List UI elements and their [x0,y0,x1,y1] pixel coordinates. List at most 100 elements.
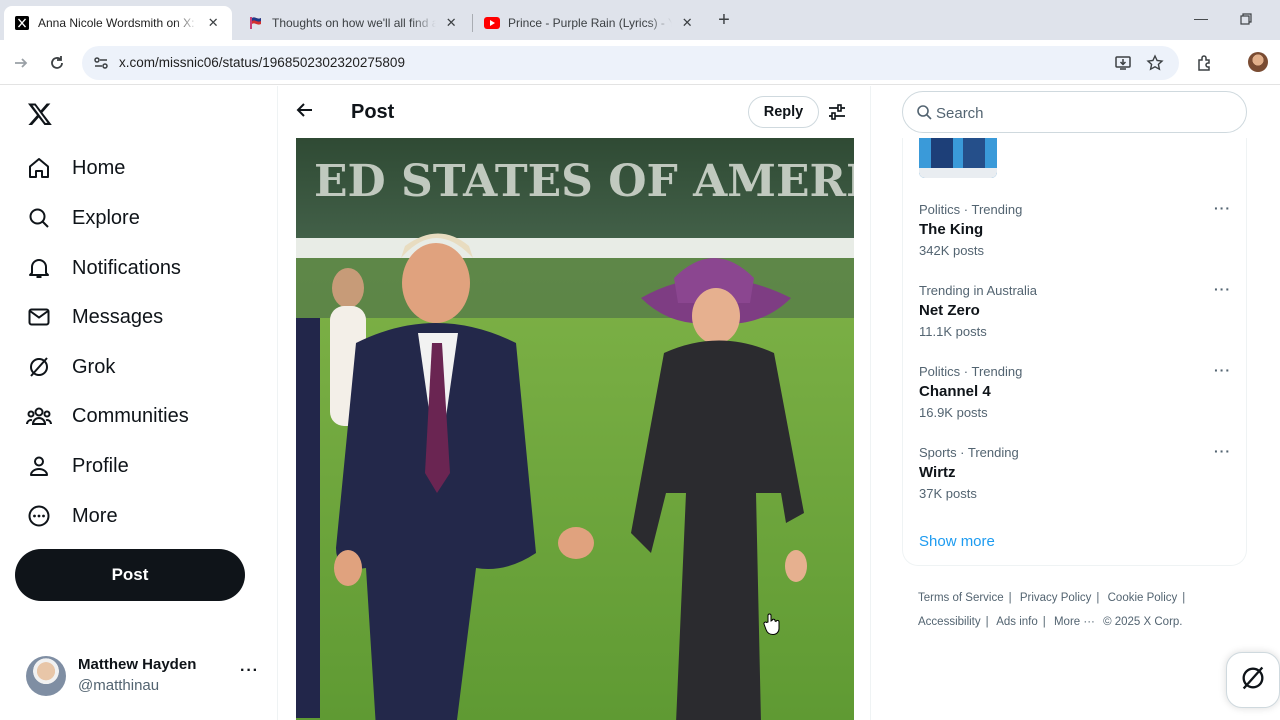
forward-icon[interactable] [10,52,32,74]
tab-title: Thoughts on how we'll all find a [272,16,437,30]
trend-post-count: 37K posts [919,486,977,501]
address-bar[interactable]: x.com/missnic06/status/19685023023202758… [82,46,1179,80]
left-navigation: Home Explore Notifications Messages Grok… [0,86,278,720]
extensions-icon[interactable] [1194,52,1216,74]
footer-divider: | [1096,592,1100,604]
url-text: x.com/missnic06/status/19685023023202758… [119,55,405,70]
more-dots-icon: ··· [240,662,259,679]
avatar [26,656,66,696]
footer-divider: | [1042,616,1046,628]
bookmark-star-icon[interactable] [1146,54,1164,72]
footer-divider: | [1182,592,1186,604]
close-tab-icon[interactable]: ✕ [678,14,696,32]
ads-info-link[interactable]: Ads info [996,616,1038,628]
people-icon [26,403,52,429]
privacy-link[interactable]: Privacy Policy [1020,592,1092,604]
tab-2[interactable]: Thoughts on how we'll all find a ✕ [238,6,470,40]
nav-grok[interactable]: Grok [26,352,115,382]
youtube-icon [484,15,500,31]
nav-more[interactable]: More [26,501,118,531]
grok-floating-button[interactable] [1226,652,1280,708]
main-column: Post Reply ED STATES OF AMERICA [279,86,871,720]
search-placeholder: Search [936,105,984,122]
site-settings-icon[interactable] [92,54,110,72]
account-name: Matthew Hayden [78,656,197,673]
trend-item[interactable]: Trending in Australia Net Zero 11.1K pos… [919,281,1231,349]
reload-icon[interactable] [46,52,68,74]
trend-title: Channel 4 [919,383,991,400]
trend-post-count: 11.1K posts [919,324,987,339]
trend-context: Politics · Trending [919,202,1023,217]
nav-label: Notifications [72,256,181,279]
tab-title: Prince - Purple Rain (Lyrics) - Yo [508,16,673,30]
browser-tab-bar: Anna Nicole Wordsmith on X: "I ✕ Thought… [0,0,1280,40]
trend-title: Wirtz [919,464,956,481]
trend-post-count: 342K posts [919,243,985,258]
nav-label: Grok [72,355,116,378]
tab-title: Anna Nicole Wordsmith on X: "I [38,16,199,30]
person-icon [26,453,52,479]
nav-communities[interactable]: Communities [26,401,189,431]
trend-context: Trending in Australia [919,283,1038,298]
more-link[interactable]: More ··· [1054,616,1095,628]
x-logo-icon [14,15,30,31]
nav-messages[interactable]: Messages [26,302,163,332]
footer-links: Terms of Service | Privacy Policy | Cookie… [918,586,1238,634]
grok-icon [1239,664,1267,697]
trend-context: Politics · Trending [919,364,1023,379]
install-app-icon[interactable] [1114,54,1132,72]
nav-label: More [72,504,118,527]
trend-item[interactable]: Politics · Trending The King 342K posts … [919,200,1231,268]
profile-avatar[interactable] [1248,52,1268,72]
reply-button[interactable]: Reply [748,96,819,128]
nav-label: Communities [72,404,189,427]
cookie-link[interactable]: Cookie Policy [1108,592,1178,604]
terms-link[interactable]: Terms of Service [918,592,1004,604]
account-handle: @matthinau [78,677,160,694]
close-tab-icon[interactable]: ✕ [442,14,460,32]
more-dots-icon[interactable]: ··· [1214,443,1231,459]
restore-icon[interactable] [1236,10,1256,30]
close-tab-icon[interactable]: ✕ [204,14,222,32]
sliders-icon[interactable] [827,102,847,122]
more-dots-icon[interactable]: ··· [1214,200,1231,216]
grok-icon [26,354,52,380]
more-dots-icon[interactable]: ··· [1214,281,1231,297]
footer-divider: | [1008,592,1012,604]
home-icon [26,155,52,181]
show-more-link[interactable]: Show more [919,533,995,550]
tab-separator [472,14,473,32]
more-circle-icon [26,503,52,529]
trend-post-count: 16.9K posts [919,405,988,420]
nav-label: Messages [72,305,164,328]
browser-toolbar: x.com/missnic06/status/19685023023202758… [0,40,1280,85]
post-button[interactable]: Post [15,549,245,601]
nav-profile[interactable]: Profile [26,451,129,481]
minimize-icon[interactable]: — [1191,10,1211,30]
account-switcher[interactable]: Matthew Hayden @matthinau ··· [26,656,266,700]
nav-explore[interactable]: Explore [26,203,140,233]
nav-home[interactable]: Home [26,153,125,183]
more-dots-icon[interactable]: ··· [1214,362,1231,378]
search-input[interactable]: Search [902,91,1247,133]
new-tab-icon[interactable]: + [712,9,736,33]
trend-item[interactable]: Sports · Trending Wirtz 37K posts ··· [919,443,1231,511]
back-arrow-icon[interactable] [295,100,317,122]
trend-title: Net Zero [919,302,980,319]
trend-context: Sports · Trending [919,445,1019,460]
x-logo-icon[interactable] [27,101,53,127]
search-icon [26,205,52,231]
nav-label: Profile [72,454,129,477]
tab-3[interactable]: Prince - Purple Rain (Lyrics) - Yo ✕ [474,6,706,40]
helicopter-lettering: ED STATES OF AMERICA [314,156,854,207]
trend-item[interactable]: Politics · Trending Channel 4 16.9K post… [919,362,1231,430]
flag-icon [248,15,264,31]
nav-notifications[interactable]: Notifications [26,253,181,283]
bell-icon [26,255,52,281]
trend-thumbnail[interactable] [919,138,997,178]
mouse-cursor-icon [763,612,781,636]
copyright-text: © 2025 X Corp. [1103,616,1183,628]
accessibility-link[interactable]: Accessibility [918,616,981,628]
tab-active[interactable]: Anna Nicole Wordsmith on X: "I ✕ [4,6,232,40]
nav-label: Home [72,156,126,179]
